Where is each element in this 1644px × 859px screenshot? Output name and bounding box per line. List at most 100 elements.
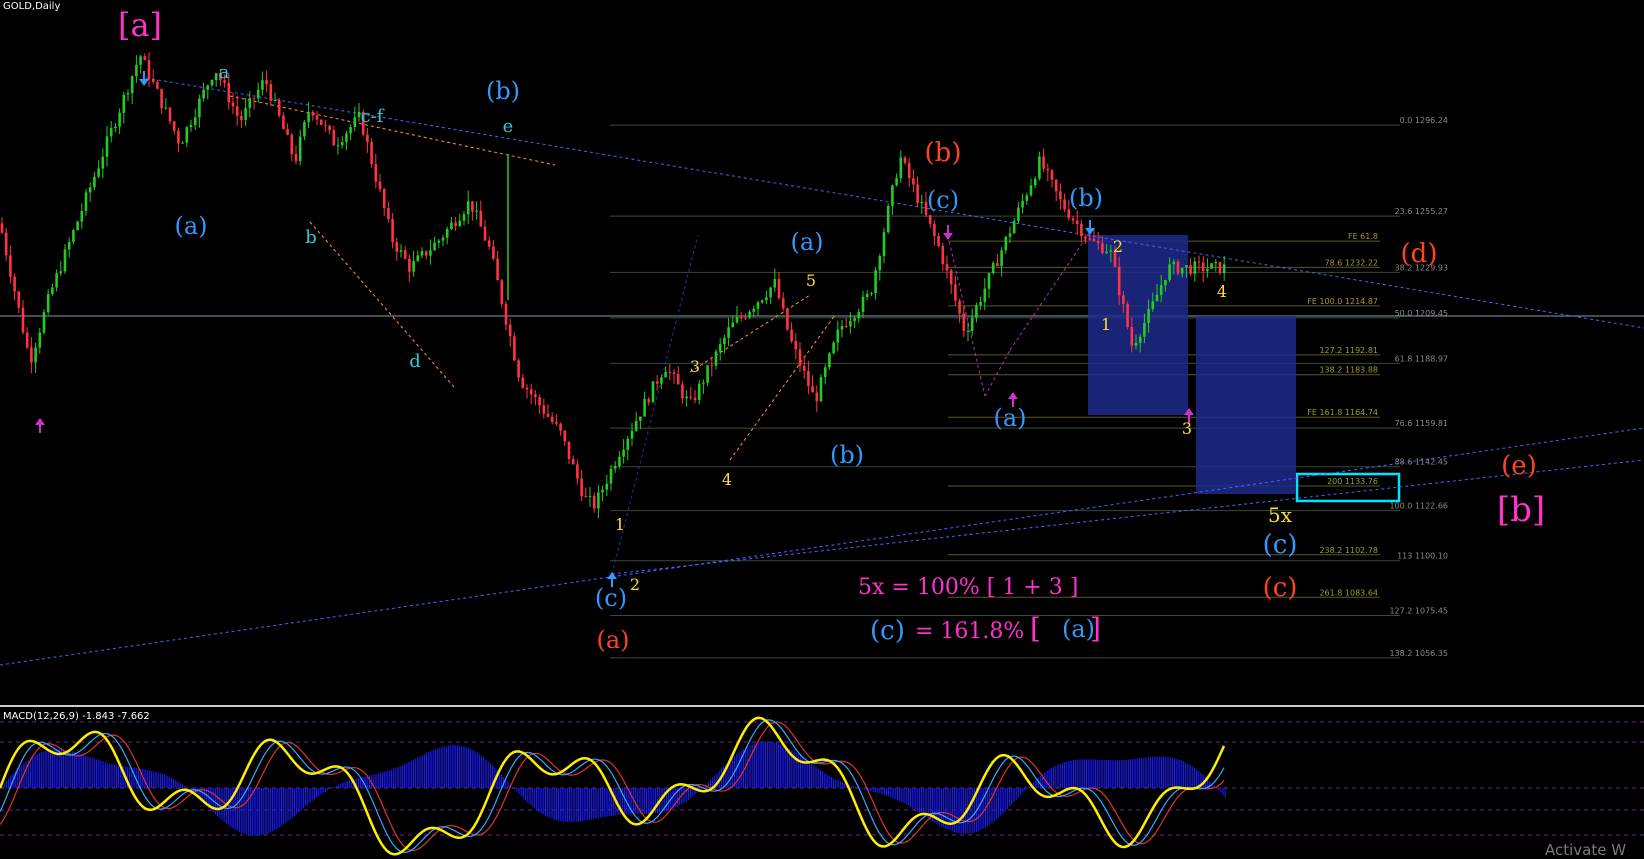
candle xyxy=(479,210,483,227)
candle xyxy=(1126,303,1129,328)
candle xyxy=(282,115,285,130)
wave-label: e xyxy=(503,116,514,137)
candle xyxy=(609,468,613,484)
candle xyxy=(853,318,856,322)
candle xyxy=(424,251,428,256)
candle xyxy=(664,371,667,378)
candle xyxy=(559,423,562,431)
candle xyxy=(739,317,743,319)
candle xyxy=(500,280,504,305)
candle xyxy=(567,441,571,460)
wave-label: (a) xyxy=(993,404,1026,432)
candle xyxy=(1008,233,1012,237)
wave-label: 1 xyxy=(1101,315,1111,334)
candle xyxy=(0,223,4,233)
candle xyxy=(832,342,835,354)
candle xyxy=(324,124,327,126)
candle xyxy=(798,349,802,366)
candle xyxy=(760,300,764,303)
candle xyxy=(391,219,394,243)
annotation-text: ] xyxy=(1090,612,1101,645)
candle xyxy=(25,332,29,348)
fe-tick-label: 261.8 1083.64 xyxy=(1319,588,1378,597)
fe-tick-label: 127.2 1192.81 xyxy=(1319,346,1378,355)
candle xyxy=(592,495,596,509)
candle xyxy=(1164,279,1167,286)
candle xyxy=(542,405,546,414)
candle xyxy=(781,298,785,309)
wave-label: 5 xyxy=(806,271,816,290)
wave-label: a xyxy=(219,62,230,83)
candle xyxy=(72,230,75,242)
wave-label: 3 xyxy=(1182,419,1192,438)
candle xyxy=(844,325,848,327)
candle xyxy=(1025,195,1029,201)
candle xyxy=(244,107,247,121)
candle xyxy=(693,397,697,401)
candle xyxy=(227,83,231,103)
candle xyxy=(265,80,268,85)
candle xyxy=(156,81,159,89)
candle xyxy=(172,121,176,131)
channel-lower xyxy=(729,314,836,461)
candle xyxy=(374,164,378,182)
candle xyxy=(685,396,688,399)
candle xyxy=(30,347,33,363)
candle xyxy=(252,98,256,100)
candle xyxy=(206,85,210,90)
candle xyxy=(256,89,260,99)
fib-tick-label: 88.6 1142.45 xyxy=(1395,458,1448,467)
wave-label: 5x xyxy=(1268,503,1293,527)
candle xyxy=(987,273,991,289)
candle xyxy=(1143,322,1146,337)
candle xyxy=(51,287,54,295)
candle xyxy=(46,294,50,313)
candle xyxy=(1029,185,1033,196)
candle xyxy=(979,301,982,306)
fib-tick-label: 100.0 1122.66 xyxy=(1389,502,1448,511)
wave-label: (c) xyxy=(1263,530,1298,560)
candle xyxy=(483,226,487,241)
candle xyxy=(345,133,348,143)
candle xyxy=(21,307,25,333)
candle xyxy=(630,430,634,439)
candle xyxy=(731,322,735,328)
candle xyxy=(702,382,705,384)
candle xyxy=(1000,250,1003,267)
lower-trendline xyxy=(0,427,1644,666)
candle xyxy=(655,381,659,384)
fe-tick-label: 138.2 1183.88 xyxy=(1319,366,1378,375)
candle xyxy=(177,130,180,144)
candle xyxy=(899,157,903,179)
candle xyxy=(160,88,163,109)
candle xyxy=(878,256,882,271)
candle xyxy=(496,258,499,281)
candle xyxy=(815,392,819,402)
candle xyxy=(118,112,121,127)
candle xyxy=(718,344,722,352)
candle xyxy=(933,223,936,236)
candle xyxy=(122,94,126,113)
wave-label: d xyxy=(409,351,421,372)
candle xyxy=(807,370,810,387)
candle xyxy=(1117,266,1121,296)
candle xyxy=(135,64,138,77)
candle xyxy=(794,341,798,350)
candle xyxy=(336,145,340,147)
candle xyxy=(340,142,344,146)
candle xyxy=(429,250,432,256)
candle xyxy=(458,220,462,226)
wave-label: [a] xyxy=(118,6,162,44)
candle xyxy=(618,456,621,467)
candle xyxy=(462,214,466,221)
candle xyxy=(597,492,600,509)
candle xyxy=(235,106,239,116)
candle xyxy=(408,258,411,272)
candle xyxy=(1096,241,1100,244)
candle xyxy=(130,76,134,94)
candle xyxy=(991,263,995,274)
candle xyxy=(714,351,718,366)
candle xyxy=(139,56,142,65)
candle xyxy=(240,115,243,121)
price-chart[interactable]: 0.0 1296.2423.6 1255.2738.2 1229.9350.0 … xyxy=(0,0,1644,859)
